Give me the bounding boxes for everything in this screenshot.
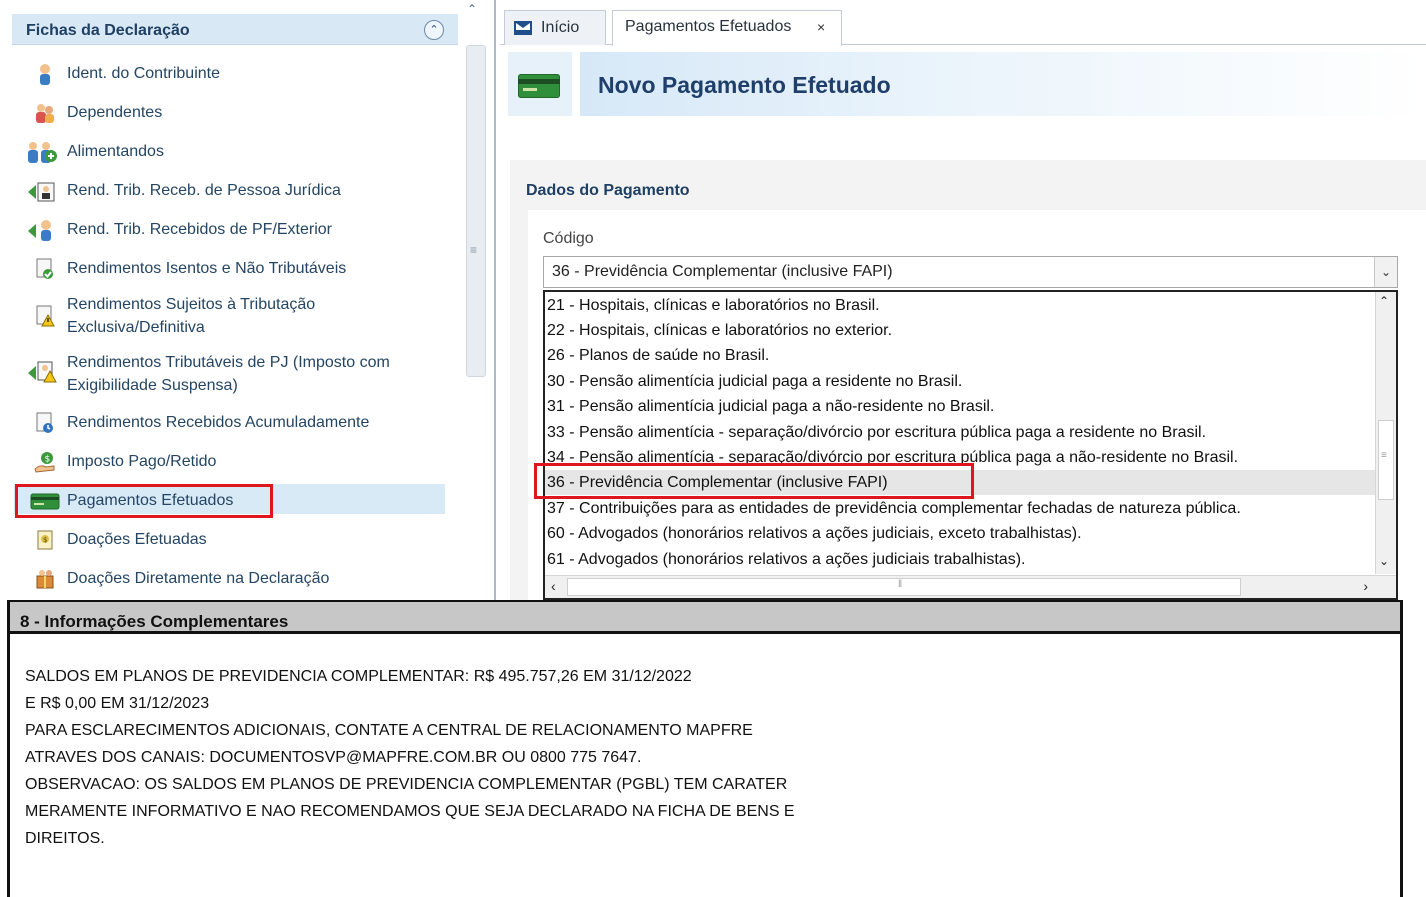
sidebar-item-rend-exclusiva[interactable]: Rendimentos Sujeitos à Tributação Exclus…: [24, 293, 444, 341]
money-hand-icon: $: [34, 452, 55, 473]
info-line: SALDOS EM PLANOS DE PREVIDENCIA COMPLEME…: [25, 668, 692, 685]
suspended-income-icon: [28, 361, 57, 383]
scroll-thumb[interactable]: [567, 578, 1241, 596]
highlight-box-pagamentos: [15, 484, 273, 518]
page-title-banner: Novo Pagamento Efetuado: [580, 52, 1426, 116]
collapse-icon[interactable]: ⌃: [424, 20, 444, 40]
chevron-left-icon[interactable]: ‹: [551, 578, 556, 594]
codigo-label: Código: [543, 230, 594, 247]
scroll-grip-icon: ≡: [1381, 450, 1387, 461]
income-company-icon: [28, 182, 55, 202]
dropdown-option[interactable]: 31 - Pensão alimentícia judicial paga a …: [545, 394, 1377, 419]
info-line: PARA ESCLARECIMENTOS ADICIONAIS, CONTATE…: [25, 722, 753, 739]
section-title: Dados do Pagamento: [526, 182, 690, 199]
gift-icon: [36, 570, 54, 589]
document-check-icon: [36, 258, 53, 279]
donation-icon: $: [37, 530, 53, 550]
tab-pagamentos-efetuados[interactable]: Pagamentos Efetuados ×: [612, 10, 842, 46]
highlight-box-previdencia: [534, 463, 974, 499]
informacoes-complementares-box: 8 - Informações Complementares SALDOS EM…: [7, 600, 1403, 897]
codigo-dropdown-list[interactable]: 21 - Hospitais, clínicas e laboratórios …: [543, 290, 1398, 600]
dropdown-option[interactable]: 22 - Hospitais, clínicas e laboratórios …: [545, 318, 1377, 343]
sidebar-header: Fichas da Declaração ⌃: [12, 14, 458, 45]
chevron-up-icon[interactable]: ⌃: [467, 2, 477, 16]
dropdown-option[interactable]: 30 - Pensão alimentícia judicial paga a …: [545, 369, 1377, 394]
info-line: MERAMENTE INFORMATIVO E NAO RECOMENDAMOS…: [25, 803, 795, 820]
dropdown-option[interactable]: 60 - Advogados (honorários relativos a a…: [545, 521, 1377, 546]
chevron-down-icon[interactable]: ⌄: [1379, 554, 1389, 568]
info-header: 8 - Informações Complementares: [10, 602, 1400, 634]
codigo-select[interactable]: 36 - Previdência Complementar (inclusive…: [543, 256, 1398, 288]
sidebar-item-rend-suspensa[interactable]: Rendimentos Tributáveis de PJ (Imposto c…: [24, 351, 444, 399]
dados-pagamento-section: Dados do Pagamento Código 36 - Previdênc…: [510, 160, 1426, 600]
dropdown-option[interactable]: 33 - Pensão alimentícia - separação/divó…: [545, 420, 1377, 445]
splitter[interactable]: ⌃ ≡: [462, 0, 496, 600]
dropdown-option[interactable]: 61 - Advogados (honorários relativos a a…: [545, 547, 1377, 572]
codigo-select-value: 36 - Previdência Complementar (inclusive…: [552, 263, 893, 280]
document-clock-icon: [36, 412, 53, 433]
sidebar-title: Fichas da Declaração: [26, 22, 190, 39]
svg-text:$: $: [45, 455, 51, 465]
dropdown-horizontal-scrollbar[interactable]: ‹ ‖ ›: [545, 575, 1396, 598]
person-icon: [40, 64, 50, 85]
info-title: 8 - Informações Complementares: [20, 612, 289, 631]
scroll-grip-icon: ‖: [898, 579, 903, 590]
sidebar-scrollbar[interactable]: ≡: [466, 45, 486, 377]
chevron-right-icon[interactable]: ›: [1363, 578, 1368, 594]
page-icon-box: [508, 52, 572, 116]
info-line: OBSERVACAO: OS SALDOS EM PLANOS DE PREVI…: [25, 776, 788, 793]
warning-document-icon: [36, 305, 55, 327]
family-icon: [36, 104, 54, 123]
home-icon: [514, 21, 532, 35]
close-icon[interactable]: ×: [817, 19, 825, 35]
info-line: ATRAVES DOS CANAIS: DOCUMENTOSVP@MAPFRE.…: [25, 749, 642, 766]
dropdown-vertical-scrollbar[interactable]: ⌃ ≡ ⌄: [1375, 292, 1396, 574]
tab-bar: Início Pagamentos Efetuados ×: [500, 8, 1426, 46]
info-line: DIREITOS.: [25, 830, 105, 847]
page-header: Novo Pagamento Efetuado: [508, 52, 1426, 118]
chevron-down-icon[interactable]: ⌄: [1374, 257, 1397, 287]
scroll-grip-icon: ≡: [470, 243, 478, 257]
dropdown-option[interactable]: 26 - Planos de saúde no Brasil.: [545, 343, 1377, 368]
dropdown-option[interactable]: 37 - Contribuições para as entidades de …: [545, 496, 1377, 521]
dropdown-option[interactable]: 21 - Hospitais, clínicas e laboratórios …: [545, 293, 1377, 318]
page-title: Novo Pagamento Efetuado: [598, 72, 891, 98]
tab-inicio[interactable]: Início: [504, 10, 606, 45]
add-person-icon: [28, 142, 57, 163]
credit-card-icon: [518, 74, 560, 98]
chevron-up-icon[interactable]: ⌃: [1379, 294, 1389, 308]
pane-divider[interactable]: [494, 0, 496, 600]
svg-text:$: $: [43, 536, 47, 544]
section-body: Código 36 - Previdência Complementar (in…: [528, 210, 1426, 600]
info-line: E R$ 0,00 EM 31/12/2023: [25, 695, 210, 712]
income-person-icon: [28, 220, 51, 241]
